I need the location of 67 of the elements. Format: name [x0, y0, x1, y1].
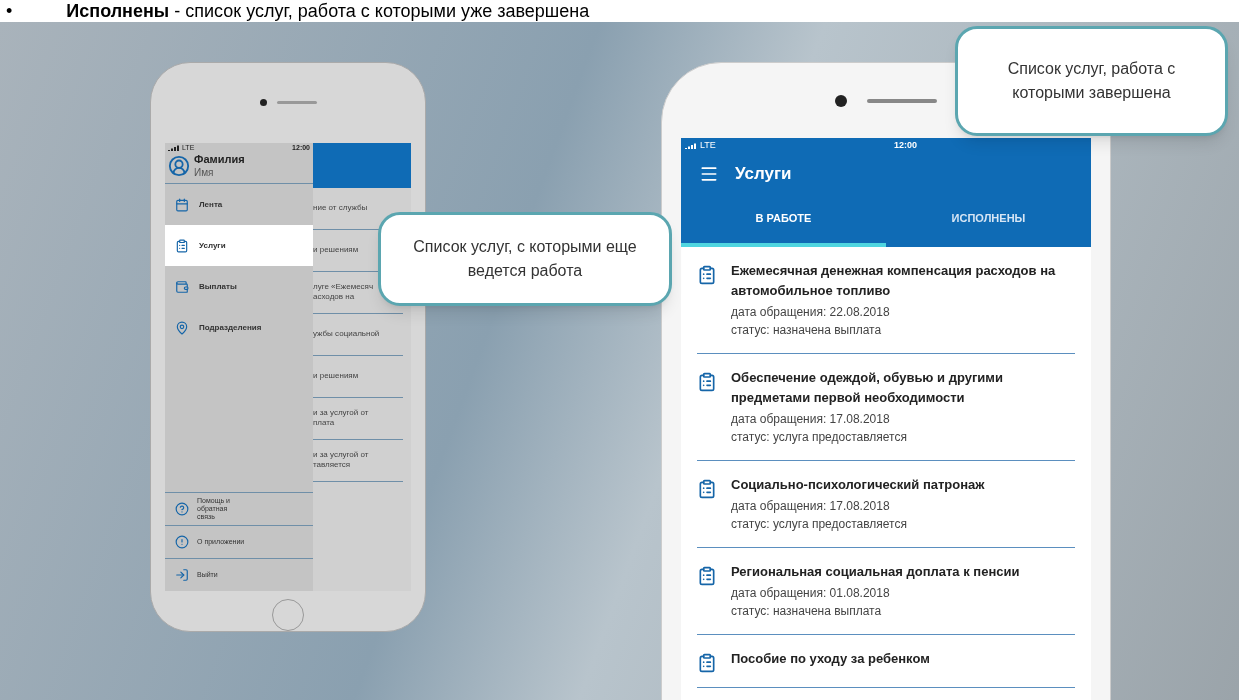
- drawer-item[interactable]: Подразделения: [165, 307, 313, 349]
- service-title: Обеспечение одеждой, обувью и другими предметами первой необходимости: [731, 369, 1004, 407]
- service-date: дата обращения: 22.08.2018: [731, 304, 891, 321]
- camera-icon: [259, 99, 267, 107]
- row-text: ние от службы: [313, 203, 369, 214]
- avatar-icon: [168, 155, 190, 178]
- drawer-item[interactable]: Выплаты: [165, 266, 313, 308]
- row-text: и решениям: [313, 371, 360, 382]
- service-status: статус: назначена выплата: [731, 322, 883, 339]
- callout-text: Список услуг, работа с которыми завершена: [1006, 59, 1177, 103]
- clipboard-icon: [697, 372, 717, 392]
- service-date: дата обращения: 01.08.2018: [731, 585, 891, 602]
- row-text: ужбы социальной: [313, 329, 381, 340]
- exit-icon: [175, 568, 189, 583]
- surname: Фамилия: [194, 153, 245, 167]
- drawer-item-label: Услуги: [199, 239, 226, 252]
- row-text: плата: [313, 418, 336, 429]
- row-text: тавляется: [313, 460, 352, 471]
- service-date: дата обращения: 17.08.2018: [731, 498, 891, 515]
- first-name: Имя: [194, 166, 215, 180]
- row-text: и за услугой от: [313, 408, 370, 419]
- screen-title: Услуги: [735, 163, 792, 186]
- service-item[interactable]: Региональная социальная доплата к пенсии дата обращения: 01.08.2018 статус: назначена выплата: [697, 548, 1075, 635]
- service-date: дата обращения: 17.08.2018: [731, 411, 891, 428]
- drawer-item-label: Подразделения: [199, 321, 262, 334]
- speaker-icon: [867, 98, 937, 103]
- signal-icon: [685, 143, 697, 149]
- help-icon: [175, 502, 189, 517]
- clipboard-icon: [697, 653, 717, 673]
- drawer-item[interactable]: Лента: [165, 184, 313, 226]
- service-title: Социально-психологический патронаж: [731, 476, 985, 494]
- service-title: Ежемесячная денежная компенсация расходов на автомобильное топливо: [731, 262, 1057, 300]
- wallet-icon: [175, 279, 189, 294]
- speaker-icon: [276, 101, 317, 105]
- drawer-item-label: Лента: [199, 198, 223, 211]
- clipboard-icon: [175, 238, 189, 253]
- clipboard-icon: [697, 566, 717, 586]
- service-status: статус: услуга предоставляется: [731, 516, 908, 533]
- camera-icon: [835, 94, 847, 107]
- service-item[interactable]: Ежемесячная денежная компенсация расходов на автомобильное топливо дата обращения: 22.08.2018 статус: назначена выплата: [697, 247, 1075, 354]
- menu-icon[interactable]: [699, 164, 719, 184]
- calendar-icon: [175, 197, 189, 212]
- map-pin-icon: [175, 320, 189, 335]
- row-text: и решениям: [313, 245, 360, 256]
- clipboard-icon: [697, 479, 717, 499]
- service-item[interactable]: Социально-психологический патронаж дата обращения: 17.08.2018 статус: услуга предоставляется: [697, 461, 1075, 548]
- callout-text: Список услуг, с которыми еще ведется работа: [412, 237, 638, 281]
- drawer-item-label: Выплаты: [199, 280, 237, 293]
- row-text: луге «Ежемесяч: [313, 282, 375, 293]
- service-item[interactable]: Обеспечение одеждой, обувью и другими предметами первой необходимости дата обращения: 17.08.2018 статус: услуга предоставляется: [697, 354, 1075, 461]
- status-time: 12:00: [893, 139, 917, 153]
- tab[interactable]: ИСПОЛНЕНЫ: [886, 194, 1091, 247]
- tab[interactable]: В РАБОТЕ: [681, 194, 886, 247]
- service-item[interactable]: Пособие по уходу за ребенком: [697, 635, 1075, 688]
- service-title: Региональная социальная доплата к пенсии: [731, 563, 1020, 581]
- service-title: Пособие по уходу за ребенком: [731, 650, 930, 668]
- info-icon: [175, 535, 189, 550]
- row-text: и за услугой от: [313, 450, 370, 461]
- service-status: статус: назначена выплата: [731, 603, 883, 620]
- row-text: асходов на: [313, 292, 356, 303]
- drawer-item[interactable]: Услуги: [165, 225, 313, 267]
- clipboard-icon: [697, 265, 717, 285]
- service-status: статус: услуга предоставляется: [731, 429, 908, 446]
- carrier-label: LTE: [700, 139, 716, 153]
- bullet: •: [6, 1, 13, 21]
- caption-text: Исполнены - список услуг, работа с которыми уже завершена: [65, 1, 590, 21]
- signal-icon: [168, 144, 180, 151]
